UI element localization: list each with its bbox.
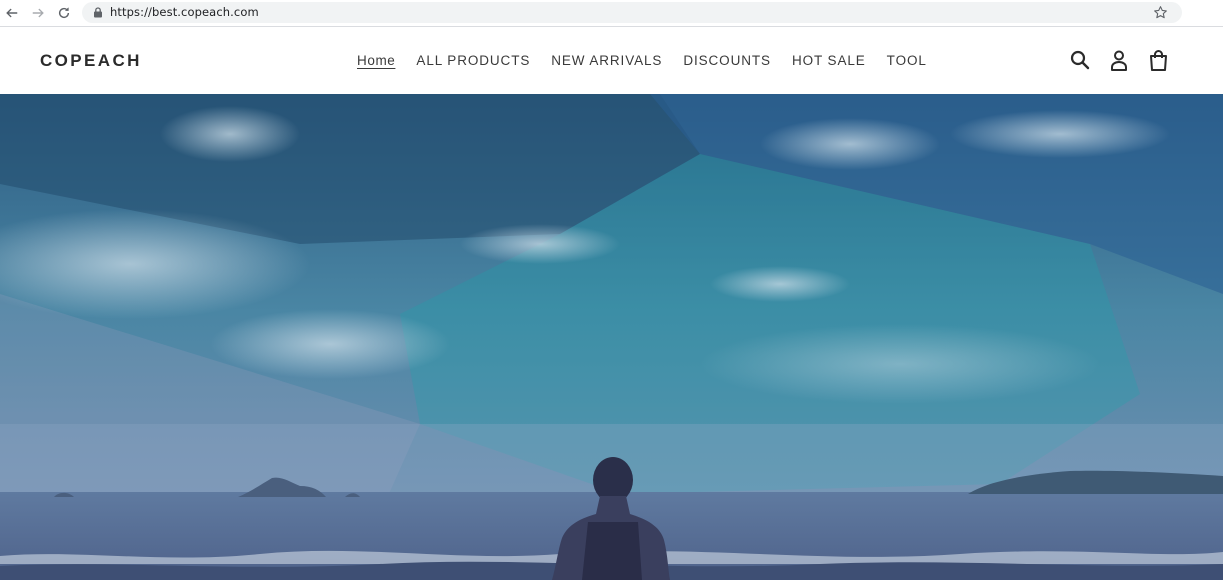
person-meditating-at-beach-icon (0, 94, 1223, 580)
url-text: https://best.copeach.com (110, 5, 259, 19)
hero-banner (0, 94, 1223, 580)
lock-icon (94, 7, 102, 18)
reload-icon[interactable] (55, 4, 73, 22)
cart-icon[interactable] (1148, 49, 1168, 71)
address-bar[interactable]: https://best.copeach.com (82, 2, 1182, 23)
forward-arrow-icon[interactable] (29, 4, 47, 22)
site-header: COPEACH Home ALL PRODUCTS NEW ARRIVALS D… (0, 27, 1223, 94)
nav-discounts[interactable]: DISCOUNTS (683, 53, 771, 68)
main-navigation: Home ALL PRODUCTS NEW ARRIVALS DISCOUNTS… (357, 53, 927, 68)
header-actions (1070, 49, 1168, 71)
nav-hot-sale[interactable]: HOT SALE (792, 53, 866, 68)
nav-home[interactable]: Home (357, 53, 395, 68)
bookmark-star-icon[interactable] (1153, 5, 1168, 20)
search-icon[interactable] (1070, 49, 1090, 71)
nav-new-arrivals[interactable]: NEW ARRIVALS (551, 53, 662, 68)
account-icon[interactable] (1109, 49, 1129, 71)
nav-all-products[interactable]: ALL PRODUCTS (416, 53, 530, 68)
site-logo[interactable]: COPEACH (40, 51, 142, 71)
nav-tool[interactable]: TOOL (887, 53, 927, 68)
back-arrow-icon[interactable] (3, 4, 21, 22)
browser-toolbar: https://best.copeach.com (0, 0, 1223, 27)
